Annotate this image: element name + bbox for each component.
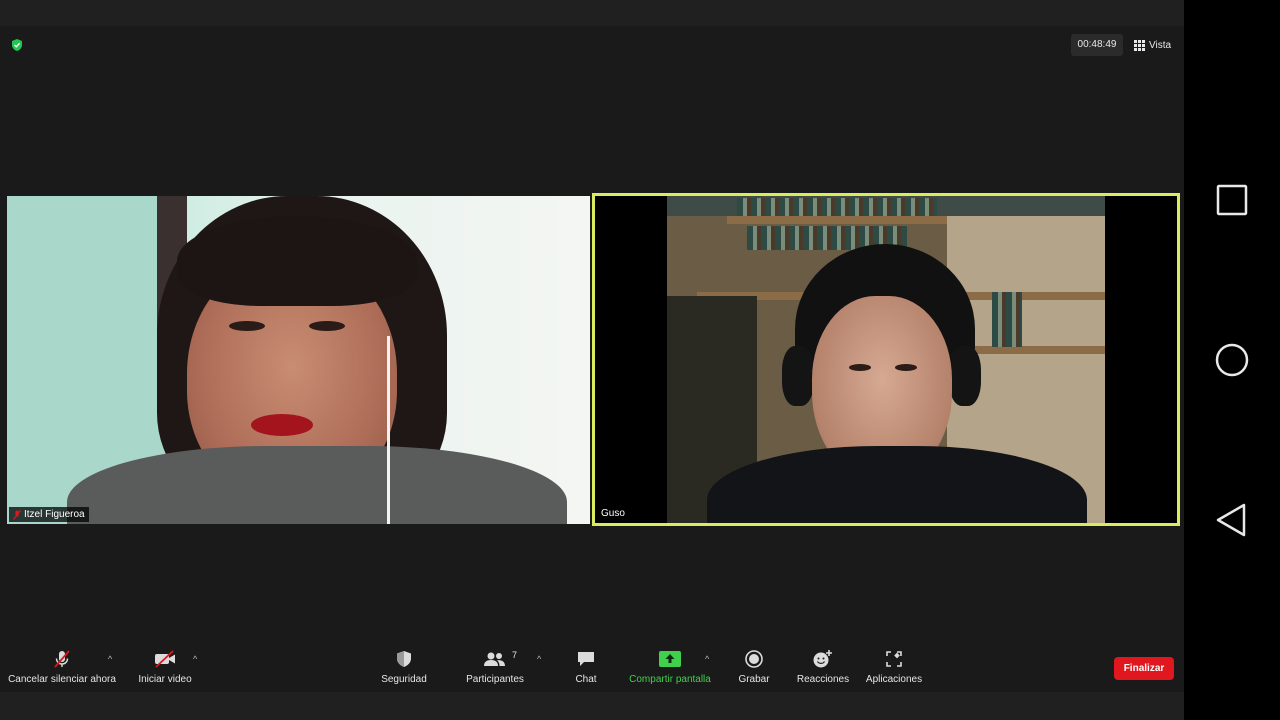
- participant-name-tag: Guso: [597, 506, 629, 521]
- end-meeting-button[interactable]: Finalizar: [1114, 657, 1174, 680]
- video-person: [309, 321, 345, 331]
- video-person: [782, 346, 814, 406]
- meeting-timer: 00:48:49: [1071, 34, 1123, 56]
- apps-button[interactable]: Aplicaciones: [862, 648, 926, 692]
- back-triangle-icon[interactable]: [1214, 502, 1250, 538]
- video-background: [737, 198, 937, 216]
- security-label: Seguridad: [381, 674, 427, 685]
- view-label: Vista: [1149, 39, 1172, 51]
- video-person: [895, 364, 917, 371]
- video-background: [992, 292, 1022, 347]
- participant-name: Guso: [601, 508, 625, 519]
- chat-label: Chat: [575, 674, 597, 685]
- top-strip: [0, 0, 1184, 26]
- participant-name: Itzel Figueroa: [24, 509, 85, 520]
- record-icon: [745, 650, 763, 668]
- smiley-plus-icon: [813, 650, 832, 668]
- share-screen-button[interactable]: Compartir pantalla: [624, 648, 716, 692]
- video-options-caret[interactable]: ^: [193, 654, 197, 664]
- muted-mic-icon: [13, 509, 21, 520]
- shield-icon: [397, 651, 411, 667]
- muted-mic-icon: [54, 650, 70, 668]
- participant-name-tag: Itzel Figueroa: [9, 507, 89, 522]
- home-circle-icon[interactable]: [1214, 342, 1250, 378]
- participants-label: Participantes: [466, 674, 524, 685]
- video-feed: [667, 196, 1105, 523]
- video-person: [949, 346, 981, 406]
- start-video-button[interactable]: Iniciar video: [135, 648, 195, 692]
- share-options-caret[interactable]: ^: [705, 654, 709, 664]
- video-tile-participant-1[interactable]: Itzel Figueroa: [7, 196, 590, 524]
- chat-bubble-icon: [578, 652, 594, 666]
- apps-icon: [886, 651, 902, 667]
- video-person: [229, 321, 265, 331]
- video-background: [727, 216, 947, 224]
- video-person: [849, 364, 871, 371]
- video-off-icon: [155, 650, 175, 668]
- video-person: [67, 446, 567, 524]
- video-person: [251, 414, 313, 436]
- participants-icon: [484, 652, 505, 666]
- record-button[interactable]: Grabar: [734, 648, 774, 692]
- reactions-label: Reacciones: [796, 674, 850, 685]
- encryption-shield-icon[interactable]: [10, 38, 24, 52]
- grid-view-icon: [1134, 39, 1145, 51]
- participants-options-caret[interactable]: ^: [537, 654, 541, 664]
- video-person: [387, 336, 390, 524]
- video-person: [177, 216, 417, 306]
- security-button[interactable]: Seguridad: [376, 648, 432, 692]
- record-label: Grabar: [738, 674, 770, 685]
- share-screen-label: Compartir pantalla: [629, 674, 711, 685]
- view-button[interactable]: Vista: [1134, 34, 1171, 56]
- video-background: [967, 346, 1105, 354]
- share-screen-icon: [659, 651, 681, 667]
- unmute-button[interactable]: Cancelar silenciar ahora: [8, 648, 116, 692]
- apps-label: Aplicaciones: [865, 674, 923, 685]
- unmute-label: Cancelar silenciar ahora: [8, 674, 116, 685]
- chat-button[interactable]: Chat: [570, 648, 602, 692]
- recents-square-icon[interactable]: [1214, 182, 1250, 218]
- participants-button[interactable]: 7 Participantes: [462, 648, 528, 692]
- zoom-meeting-window: 00:48:49 Vista Itzel Figueroa Guso Cance…: [0, 0, 1184, 720]
- android-navigation-bar: [1184, 0, 1280, 720]
- audio-options-caret[interactable]: ^: [108, 654, 112, 664]
- video-tile-participant-2-active-speaker[interactable]: Guso: [592, 193, 1180, 526]
- start-video-label: Iniciar video: [138, 674, 192, 685]
- bottom-strip: [0, 692, 1184, 720]
- reactions-button[interactable]: Reacciones: [795, 648, 851, 692]
- participants-count: 7: [511, 650, 517, 660]
